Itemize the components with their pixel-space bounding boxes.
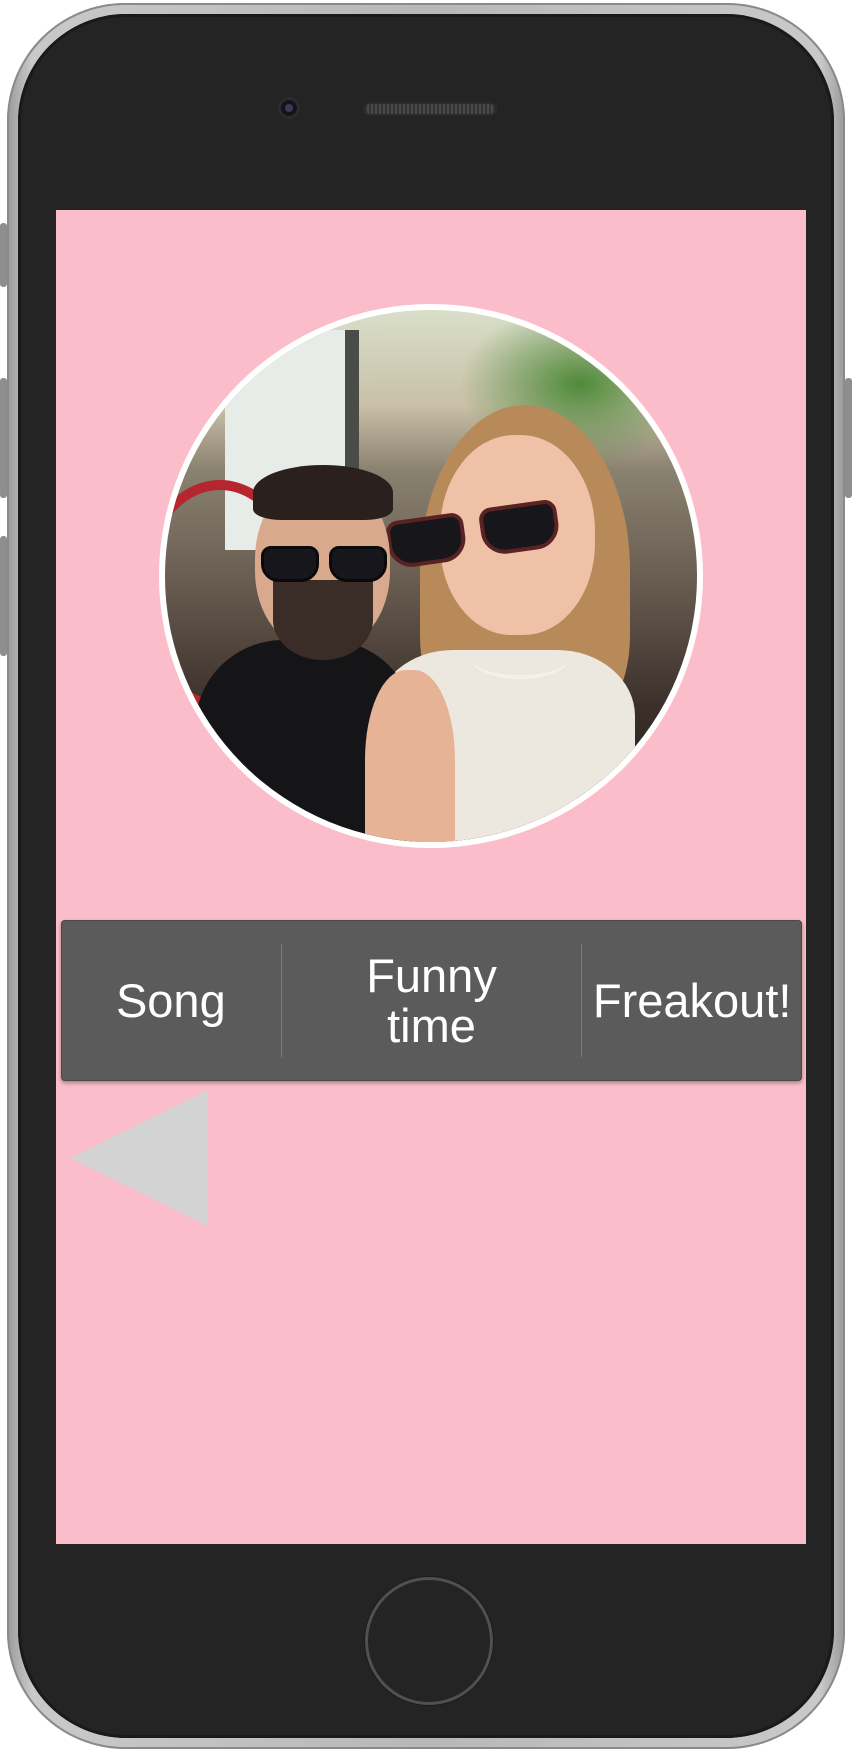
action-menu-bar: Song Funny time Freakout! (61, 920, 802, 1081)
volume-up-button (0, 378, 7, 498)
app-screen: Song Funny time Freakout! (56, 210, 806, 1544)
home-button[interactable] (365, 1577, 493, 1705)
photo-man-sunglasses (261, 546, 389, 582)
power-button (845, 378, 852, 498)
funny-time-button[interactable]: Funny time (282, 920, 582, 1081)
photo-man-hair (253, 465, 393, 520)
profile-photo (165, 310, 697, 842)
front-camera (278, 97, 300, 119)
volume-down-button (0, 536, 7, 656)
song-button[interactable]: Song (61, 920, 281, 1081)
mute-switch (0, 223, 7, 287)
photo-man-beard (273, 580, 373, 660)
photo-necklace (470, 635, 570, 679)
left-triangle-icon[interactable] (70, 1090, 208, 1226)
freakout-button[interactable]: Freakout! (582, 920, 802, 1081)
photo-woman-shoulder (365, 670, 455, 842)
earpiece-speaker (363, 102, 497, 116)
